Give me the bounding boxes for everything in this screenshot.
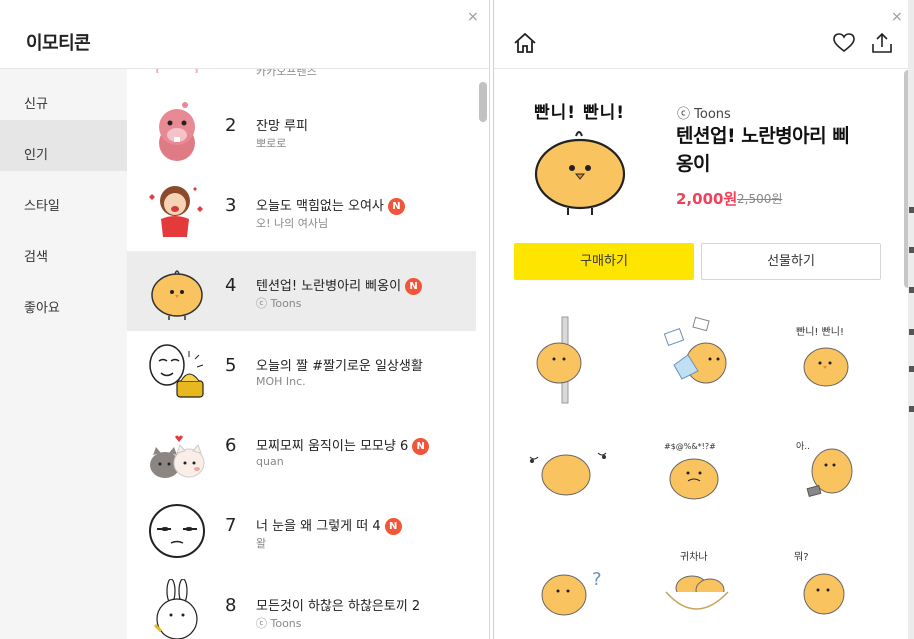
list-item-title: 오늘의 짤 #짤기로운 일상생활 (256, 359, 423, 374)
edge-mark (909, 207, 914, 213)
svg-text:#$@%&*!?#: #$@%&*!?# (664, 442, 716, 451)
svg-text:아..: 아.. (796, 441, 810, 452)
list-item[interactable]: 2 잔망 루피 뽀로로 (127, 91, 476, 171)
loopy-thumbnail (159, 102, 195, 161)
nav-item-popular[interactable]: 인기 (0, 120, 127, 171)
list-item-author: ⓒ Toons (256, 297, 302, 310)
face-thumbnail (149, 504, 205, 558)
left-header: 이모티콘 × (0, 0, 490, 69)
list-item-title: 텐션업! 노란병아리 삐옹이 N (256, 275, 423, 295)
hero-caption: 빤니! 빤니! (534, 103, 625, 123)
new-badge: N (412, 438, 430, 455)
product-title: 텐션업! 노란병아리 삐 옹이 (676, 125, 850, 175)
edge-mark (909, 406, 914, 412)
new-badge: N (387, 198, 405, 215)
edge-mark (909, 287, 914, 293)
rabbit-thumbnail (153, 579, 198, 639)
edge-mark (909, 366, 914, 372)
emoticon-preview[interactable]: 아.. (774, 435, 884, 525)
emoticon-preview[interactable]: #$@%&*!?# (644, 435, 754, 525)
list-item[interactable]: 카카오프렌즈 (127, 69, 476, 81)
new-badge: N (405, 278, 423, 295)
gift-button[interactable]: 선물하기 (701, 243, 881, 280)
emoticon-preview[interactable]: 귀차나 (644, 540, 754, 630)
list-item-author: 오! 나의 여사님 (256, 217, 329, 230)
author-label: ⓒ Toons (677, 107, 731, 122)
emoticon-preview[interactable] (514, 315, 624, 405)
rank-number: 5 (225, 355, 237, 376)
svg-text:빤니! 빤니!: 빤니! 빤니! (796, 326, 844, 338)
share-icon[interactable] (871, 32, 893, 54)
panel-title: 이모티콘 (26, 33, 91, 54)
svg-text:뭐?: 뭐? (794, 551, 809, 563)
list-item-author: MOH Inc. (256, 375, 306, 388)
list-item-title: 모든것이 하찮은 하찮은토끼 2 (256, 599, 421, 614)
list-item-selected[interactable]: 4 텐션업! 노란병아리 삐옹이 N ⓒ Toons (127, 251, 476, 331)
nav-item-search[interactable]: 검색 (0, 222, 127, 273)
list-item-title: 오늘도 맥힘없는 오여사 N (256, 195, 405, 215)
ranking-list: 카카오프렌즈 2 잔망 루피 뽀로로 3 오늘도 맥힘없는 오여사 N 오! 나… (127, 69, 476, 639)
rank-number: 8 (225, 595, 237, 616)
emoticon-preview[interactable] (514, 435, 624, 525)
madam-thumbnail (149, 186, 203, 237)
chick-hero-image (534, 131, 626, 215)
original-price: 2,500원 (737, 192, 783, 206)
emoticon-list-panel: 이모티콘 × 신규 인기 스타일 검색 좋아요 카카오프렌즈 2 잔망 루피 뽀… (0, 0, 490, 639)
list-item-title: 너 눈을 왜 그렇게 떠 4N (256, 515, 402, 535)
rank-number: 2 (225, 115, 237, 136)
sale-price: 2,000원 (676, 190, 738, 208)
list-item-author: quan (256, 455, 284, 468)
rank-number: 4 (225, 275, 237, 296)
list-item-author: 왈 (256, 537, 267, 550)
edge-mark (909, 329, 914, 335)
list-item[interactable]: 5 오늘의 짤 #짤기로운 일상생활 MOH Inc. (127, 331, 476, 411)
list-item-author: ⓒ Toons (256, 617, 302, 630)
emoticon-detail-panel: × 빤니! 빤니! ⓒ Toons 텐션업! 노란병아리 삐 옹이 2,000원… (493, 0, 914, 639)
buy-button[interactable]: 구매하기 (514, 243, 694, 280)
list-item[interactable]: 3 오늘도 맥힘없는 오여사 N 오! 나의 여사님 (127, 171, 476, 251)
chick-thumbnail (151, 270, 203, 320)
emoticon-preview[interactable]: 빤니! 빤니! (774, 315, 884, 405)
list-scrollbar[interactable] (479, 82, 487, 122)
nav-item-style[interactable]: 스타일 (0, 171, 127, 222)
list-item-author: 카카오프렌즈 (256, 69, 317, 78)
meme-thumbnail (149, 344, 204, 398)
home-icon[interactable] (513, 32, 537, 54)
list-item[interactable]: 6 모찌모찌 움직이는 모모냥 6N quan (127, 411, 476, 491)
close-icon[interactable]: × (467, 10, 479, 24)
emoticon-preview[interactable]: ? (514, 555, 624, 639)
category-nav: 신규 인기 스타일 검색 좋아요 (0, 69, 127, 639)
emoticon-preview[interactable]: 뭐? (774, 540, 884, 630)
emoticon-preview[interactable] (644, 315, 754, 405)
list-item[interactable]: 7 너 눈을 왜 그렇게 떠 4N 왈 (127, 491, 476, 571)
cats-thumbnail (150, 435, 205, 478)
emoticon-thumbnail (156, 69, 198, 73)
nav-item-likes[interactable]: 좋아요 (0, 273, 127, 324)
background-window-edge (908, 0, 914, 639)
rank-number: 6 (225, 435, 237, 456)
svg-text:?: ? (592, 569, 602, 590)
list-item-title: 모찌모찌 움직이는 모모냥 6N (256, 435, 430, 455)
edge-mark (909, 247, 914, 253)
list-item-author: 뽀로로 (256, 137, 287, 150)
close-icon[interactable]: × (891, 10, 903, 24)
new-badge: N (384, 518, 402, 535)
svg-text:귀차나: 귀차나 (680, 551, 708, 563)
list-item[interactable]: 8 모든것이 하찮은 하찮은토끼 2 ⓒ Toons (127, 571, 476, 639)
heart-icon[interactable] (833, 33, 855, 53)
nav-item-new[interactable]: 신규 (0, 69, 127, 120)
rank-number: 7 (225, 515, 237, 536)
list-item-title: 잔망 루피 (256, 119, 308, 134)
detail-header: × (494, 0, 914, 69)
rank-number: 3 (225, 195, 237, 216)
